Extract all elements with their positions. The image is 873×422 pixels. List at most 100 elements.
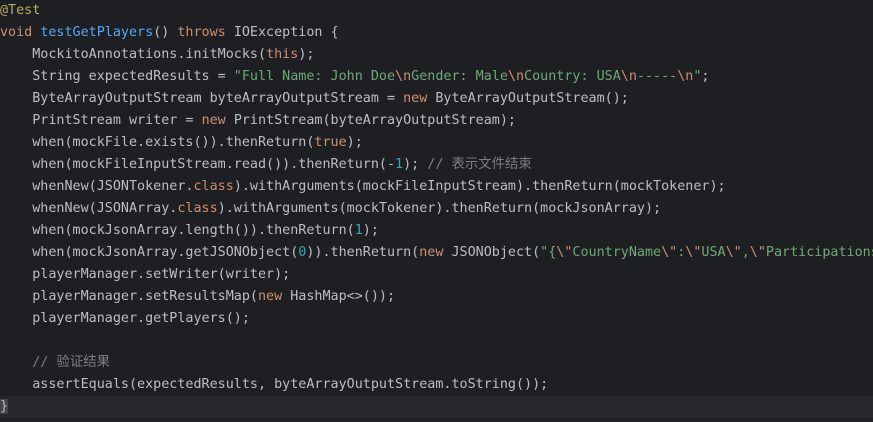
code-token: new	[201, 113, 234, 128]
code-line[interactable]: void testGetPlayers() throws IOException…	[0, 22, 873, 44]
code-token: playerManager.getPlayers();	[32, 311, 250, 326]
code-token: HashMap<>());	[290, 289, 396, 304]
code-line[interactable]: // 验证结果	[0, 352, 873, 374]
code-token: class	[193, 179, 234, 194]
code-token: PrintStream writer =	[32, 113, 202, 128]
code-token: whenNew(JSONTokener.	[32, 179, 194, 194]
code-token: \"	[661, 245, 678, 260]
code-token: ;	[701, 69, 710, 84]
code-token: "{	[540, 245, 557, 260]
code-line[interactable]: }	[0, 396, 873, 418]
code-token: CountryName	[572, 245, 662, 260]
code-line[interactable]: playerManager.setWriter(writer);	[0, 264, 873, 286]
code-line[interactable]: PrintStream writer = new PrintStream(byt…	[0, 110, 873, 132]
code-token: new	[257, 289, 291, 304]
code-token: throws	[177, 25, 234, 40]
code-line[interactable]: when(mockFile.exists()).thenReturn(true)…	[0, 132, 873, 154]
code-token: void	[0, 25, 41, 40]
code-token: new	[403, 91, 436, 106]
code-token: ,	[741, 245, 750, 260]
code-token: testGetPlayers	[40, 25, 154, 40]
code-token: assertEquals(expectedResults, byteArrayO…	[32, 377, 549, 392]
code-token: when(mockJsonArray.length()).thenReturn(	[32, 223, 355, 238]
code-line[interactable]: playerManager.setResultsMap(new HashMap<…	[0, 286, 873, 308]
code-token: \"	[556, 245, 573, 260]
code-token: initMocks(	[185, 47, 267, 62]
code-token: ByteArrayOutputStream byteArrayOutputStr…	[32, 91, 404, 106]
code-line[interactable]: assertEquals(expectedResults, byteArrayO…	[0, 374, 873, 396]
code-token: PrintStream(byteArrayOutputStream);	[233, 113, 516, 128]
code-line[interactable]: whenNew(JSONTokener.class).withArguments…	[0, 176, 873, 198]
code-token: this	[266, 47, 299, 62]
code-token: ).withArguments(mockTokener).thenReturn(…	[217, 201, 662, 216]
code-token: );	[403, 157, 428, 172]
code-token: \n	[677, 69, 694, 84]
code-token: JSONObject(	[451, 245, 541, 260]
code-token: when(mockFileInputStream.read()).thenRet…	[32, 157, 396, 172]
code-token: USA	[701, 245, 726, 260]
code-token: \"	[685, 245, 702, 260]
code-token: 1	[354, 223, 363, 238]
code-token: when(mockJsonArray.getJSONObject(	[32, 245, 299, 260]
code-line[interactable]: ByteArrayOutputStream byteArrayOutputStr…	[0, 88, 873, 110]
code-line[interactable]: when(mockJsonArray.length()).thenReturn(…	[0, 220, 873, 242]
code-token: whenNew(JSONArray.	[32, 201, 178, 216]
code-line[interactable]: whenNew(JSONArray.class).withArguments(m…	[0, 198, 873, 220]
code-token: Gender: Male	[411, 69, 508, 84]
code-token: IOException	[233, 25, 331, 40]
code-token: ).withArguments(mockFileInputStream).the…	[233, 179, 726, 194]
code-line[interactable]: when(mockFileInputStream.read()).thenRet…	[0, 154, 873, 176]
code-token: }	[0, 399, 9, 414]
code-token: );	[346, 135, 363, 150]
code-token: @Test	[0, 3, 41, 18]
code-token: // 验证结果	[32, 355, 110, 370]
code-line[interactable]: when(mockJsonArray.getJSONObject(0)).the…	[0, 242, 873, 264]
code-token: 1	[395, 157, 404, 172]
code-token: )).thenReturn(	[306, 245, 420, 260]
code-token: playerManager.setWriter(writer);	[32, 267, 291, 282]
code-line[interactable]: @Test	[0, 0, 873, 22]
code-token: true	[314, 135, 347, 150]
code-token: "Full Name: John Doe	[233, 69, 396, 84]
code-token: playerManager.setResultsMap(	[32, 289, 258, 304]
code-line[interactable]: MockitoAnnotations.initMocks(this);	[0, 44, 873, 66]
code-line[interactable]: playerManager.getPlayers();	[0, 308, 873, 330]
code-token: String expectedResults =	[32, 69, 234, 84]
code-token: Country: USA	[524, 69, 621, 84]
code-token: \"	[725, 245, 742, 260]
code-token: // 表示文件结束	[427, 157, 532, 172]
code-token: \n	[395, 69, 412, 84]
code-token: \"	[749, 245, 766, 260]
code-token: when(mockFile.exists()).thenReturn(	[32, 135, 315, 150]
code-token: MockitoAnnotations.	[32, 47, 186, 62]
code-token: Participations	[765, 245, 873, 260]
code-token: new	[419, 245, 452, 260]
code-token: ByteArrayOutputStream();	[435, 91, 629, 106]
code-token: ()	[153, 25, 178, 40]
code-editor[interactable]: @Test void testGetPlayers() throws IOExce…	[0, 0, 873, 422]
code-token: \n	[507, 69, 525, 84]
code-token: );	[298, 47, 315, 62]
code-token: class	[177, 201, 218, 216]
code-line[interactable]	[0, 330, 873, 352]
code-token: -----	[636, 69, 678, 84]
code-token: {	[330, 25, 339, 40]
code-token: \n	[620, 69, 637, 84]
code-token: );	[362, 223, 379, 238]
code-line[interactable]: String expectedResults = "Full Name: Joh…	[0, 66, 873, 88]
